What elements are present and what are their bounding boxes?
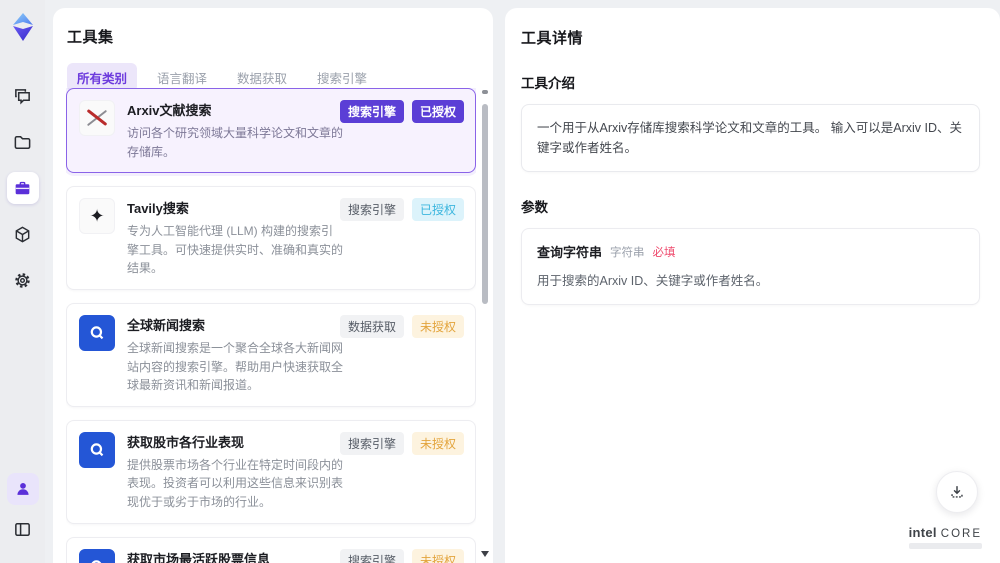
params-heading: 参数 [521, 200, 548, 215]
tool-badges: 搜索引擎 已授权 [339, 198, 464, 222]
tool-card-global-news[interactable]: 全球新闻搜索 全球新闻搜索是一个聚合全球各大新闻网站内容的搜索引擎。帮助用户快速… [66, 302, 476, 407]
category-badge: 搜索引擎 [339, 548, 404, 563]
intel-core-logo: intel core [908, 525, 982, 549]
tool-description: 全球新闻搜索是一个聚合全球各大新闻网站内容的搜索引擎。帮助用户快速获取全球最新资… [127, 340, 344, 393]
tool-description: 访问各个研究领域大量科学论文和文章的存储库。 [127, 126, 344, 159]
intel-wordmark: intel [908, 525, 937, 540]
app-sidebar [0, 0, 45, 563]
tool-name: Arxiv文献搜索 [127, 103, 212, 118]
parameter-required-badge: 必填 [652, 246, 676, 259]
scrollbar-top-dash [482, 90, 488, 94]
status-badge: 已授权 [411, 198, 464, 222]
status-badge: 未授权 [411, 548, 464, 563]
settings-gear-icon[interactable] [7, 264, 39, 296]
user-avatar-icon[interactable] [6, 473, 39, 505]
tool-description: 专为人工智能代理 (LLM) 构建的搜索引擎工具。可快速提供实时、准确和真实的结… [127, 224, 344, 276]
page-title: 工具集 [67, 29, 114, 46]
category-badge: 搜索引擎 [339, 198, 404, 222]
tool-list: Arxiv文献搜索 访问各个研究领域大量科学论文和文章的存储库。 搜索引擎 已授… [66, 88, 476, 563]
parameter-name: 查询字符串 [537, 245, 603, 260]
parameter-type: 字符串 [610, 246, 645, 259]
parameter-description: 用于搜索的Arxiv ID、关键字或作者姓名。 [537, 274, 769, 288]
parameter-card: 查询字符串 字符串 必填 用于搜索的Arxiv ID、关键字或作者姓名。 [521, 228, 980, 305]
tool-badges: 搜索引擎 未授权 [339, 548, 464, 563]
status-badge: 未授权 [411, 431, 464, 455]
status-badge: 未授权 [411, 314, 464, 338]
tool-badges: 搜索引擎 未授权 [339, 431, 464, 455]
tool-badges: 数据获取 未授权 [339, 314, 464, 338]
intro-heading: 工具介绍 [521, 76, 575, 91]
tool-name: Tavily搜索 [127, 201, 189, 217]
category-badge: 数据获取 [339, 314, 404, 338]
folder-icon[interactable] [7, 126, 39, 158]
category-badge: 搜索引擎 [339, 431, 404, 455]
tool-detail-panel: 工具详情 工具介绍 一个用于从Arxiv存储库搜索科学论文和文章的工具。 输入可… [505, 8, 1000, 563]
cube-icon[interactable] [7, 218, 39, 250]
detail-title: 工具详情 [521, 30, 584, 47]
toolbox-icon[interactable] [6, 172, 39, 204]
core-wordmark: core [940, 528, 982, 540]
tool-name: 全球新闻搜索 [127, 317, 206, 333]
tool-intro-text: 一个用于从Arxiv存储库搜索科学论文和文章的工具。 输入可以是Arxiv ID… [521, 104, 980, 172]
tool-description: 提供股票市场各个行业在特定时间段内的表现。投资者可以利用这些信息来识别表现优于或… [127, 457, 344, 509]
magnifier-blue-logo-icon [79, 431, 115, 468]
download-button[interactable] [936, 471, 978, 513]
tavily-logo-icon: ✦ [79, 198, 115, 235]
tool-name: 获取股市各行业表现 [127, 434, 245, 450]
scrollbar-thumb[interactable] [482, 104, 488, 304]
scrollbar-down-arrow-icon[interactable] [481, 551, 489, 557]
tool-name: 获取市场最活跃股票信息 [127, 551, 271, 563]
panel-toggle-icon[interactable] [7, 513, 39, 545]
tool-list-panel: 工具集 所有类别 语言翻译 数据获取 搜索引擎 Arxiv文献搜索 访问各个研究… [53, 8, 493, 563]
magnifier-blue-logo-icon [79, 314, 115, 351]
tool-card-arxiv[interactable]: Arxiv文献搜索 访问各个研究领域大量科学论文和文章的存储库。 搜索引擎 已授… [66, 88, 476, 174]
category-badge: 搜索引擎 [339, 100, 404, 123]
status-badge: 已授权 [411, 100, 464, 123]
magnifier-blue-logo-icon [79, 548, 115, 563]
app-logo-icon[interactable] [9, 12, 37, 42]
tool-card-stock-sector[interactable]: 获取股市各行业表现 提供股票市场各个行业在特定时间段内的表现。投资者可以利用这些… [66, 419, 476, 524]
tool-list-scrollbar[interactable] [481, 90, 489, 557]
tool-badges: 搜索引擎 已授权 [339, 100, 464, 123]
chat-icon[interactable] [7, 80, 39, 112]
tool-card-active-stocks[interactable]: 获取市场最活跃股票信息 提供当天交易量最高的股票列表。投资者可以利用这些信息来识… [66, 536, 476, 563]
brand-decoration-bar [908, 543, 982, 549]
arxiv-logo-icon [79, 100, 115, 136]
tool-card-tavily[interactable]: ✦ Tavily搜索 专为人工智能代理 (LLM) 构建的搜索引擎工具。可快速提… [66, 186, 476, 290]
parameter-header: 查询字符串 字符串 必填 [537, 242, 964, 261]
